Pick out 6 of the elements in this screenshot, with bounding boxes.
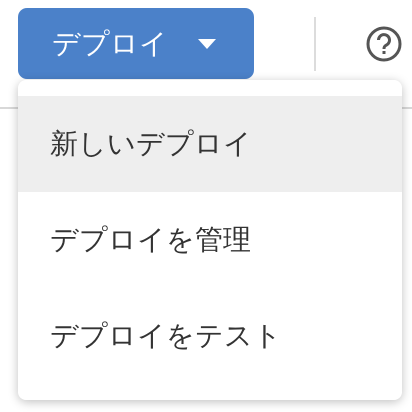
- menu-item[interactable]: デプロイをテスト: [18, 288, 402, 384]
- menu-item[interactable]: デプロイを管理: [18, 192, 402, 288]
- caret-icon: [198, 38, 216, 48]
- deploy-button[interactable]: デプロイ: [18, 8, 254, 79]
- menu-item[interactable]: 新しいデプロイ: [18, 96, 402, 192]
- help-icon[interactable]: [366, 26, 402, 62]
